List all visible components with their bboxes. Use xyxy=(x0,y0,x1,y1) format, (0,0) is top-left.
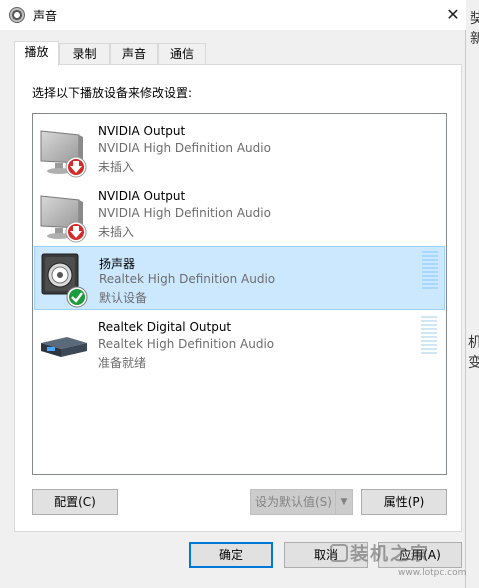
device-item[interactable]: NVIDIA Output NVIDIA High Definition Aud… xyxy=(34,181,445,245)
close-button[interactable]: ✕ xyxy=(440,2,466,28)
device-status: 未插入 xyxy=(98,160,135,174)
device-status: 未插入 xyxy=(98,225,135,239)
device-driver: NVIDIA High Definition Audio xyxy=(98,141,271,155)
device-item[interactable]: Realtek Digital Output Realtek High Defi… xyxy=(34,312,445,376)
default-check-badge-icon xyxy=(66,286,88,308)
background-text: 奘 xyxy=(470,11,479,27)
device-driver: Realtek High Definition Audio xyxy=(99,272,276,286)
tab-sounds[interactable]: 声音 xyxy=(110,43,158,65)
volume-level-meter xyxy=(421,316,437,358)
sound-dialog: 声音 ✕ 播放 录制 声音 通信 选择以下播放设备来修改设置: NVIDIA O… xyxy=(0,0,466,588)
device-list[interactable]: NVIDIA Output NVIDIA High Definition Aud… xyxy=(32,113,447,475)
watermark-url: www.lotpc.com xyxy=(398,568,467,578)
set-default-label: 设为默认值(S) xyxy=(255,495,332,509)
unplugged-badge-icon xyxy=(65,221,87,243)
device-driver: NVIDIA High Definition Audio xyxy=(98,206,271,220)
properties-button[interactable]: 属性(P) xyxy=(361,489,447,515)
digital-output-icon xyxy=(39,317,89,373)
device-driver: Realtek High Definition Audio xyxy=(98,337,275,351)
device-name: NVIDIA Output xyxy=(98,124,186,138)
set-default-button: 设为默认值(S) ▼ xyxy=(250,489,353,515)
chevron-down-icon: ▼ xyxy=(335,490,352,514)
window-title: 声音 xyxy=(33,9,58,23)
device-status: 准备就绪 xyxy=(98,356,147,370)
watermark-logo-icon xyxy=(330,544,348,562)
speaker-icon xyxy=(9,7,25,23)
background-text: 变 xyxy=(468,355,479,371)
playback-panel: 选择以下播放设备来修改设置: NVIDIA Output NVIDIA High… xyxy=(14,64,462,532)
watermark: 装机之家 www.lotpc.com xyxy=(330,538,467,582)
configure-button[interactable]: 配置(C) xyxy=(32,489,118,515)
tab-recording[interactable]: 录制 xyxy=(59,43,110,65)
device-name: Realtek Digital Output xyxy=(98,320,232,334)
device-status: 默认设备 xyxy=(99,291,148,305)
instruction-label: 选择以下播放设备来修改设置: xyxy=(32,86,193,100)
device-item[interactable]: NVIDIA Output NVIDIA High Definition Aud… xyxy=(34,116,445,180)
title-bar[interactable]: 声音 ✕ xyxy=(0,0,466,30)
tab-communications[interactable]: 通信 xyxy=(158,43,206,65)
device-name: 扬声器 xyxy=(99,257,136,271)
volume-level-meter xyxy=(422,251,438,293)
ok-button[interactable]: 确定 xyxy=(189,542,273,568)
unplugged-badge-icon xyxy=(65,156,87,178)
watermark-text: 装机之家 xyxy=(350,544,430,565)
device-item-selected[interactable]: 扬声器 Realtek High Definition Audio 默认设备 xyxy=(34,246,445,310)
device-name: NVIDIA Output xyxy=(98,189,186,203)
background-text: 新 xyxy=(470,31,479,47)
background-text: 机 xyxy=(468,335,479,351)
tab-playback[interactable]: 播放 xyxy=(14,41,59,66)
